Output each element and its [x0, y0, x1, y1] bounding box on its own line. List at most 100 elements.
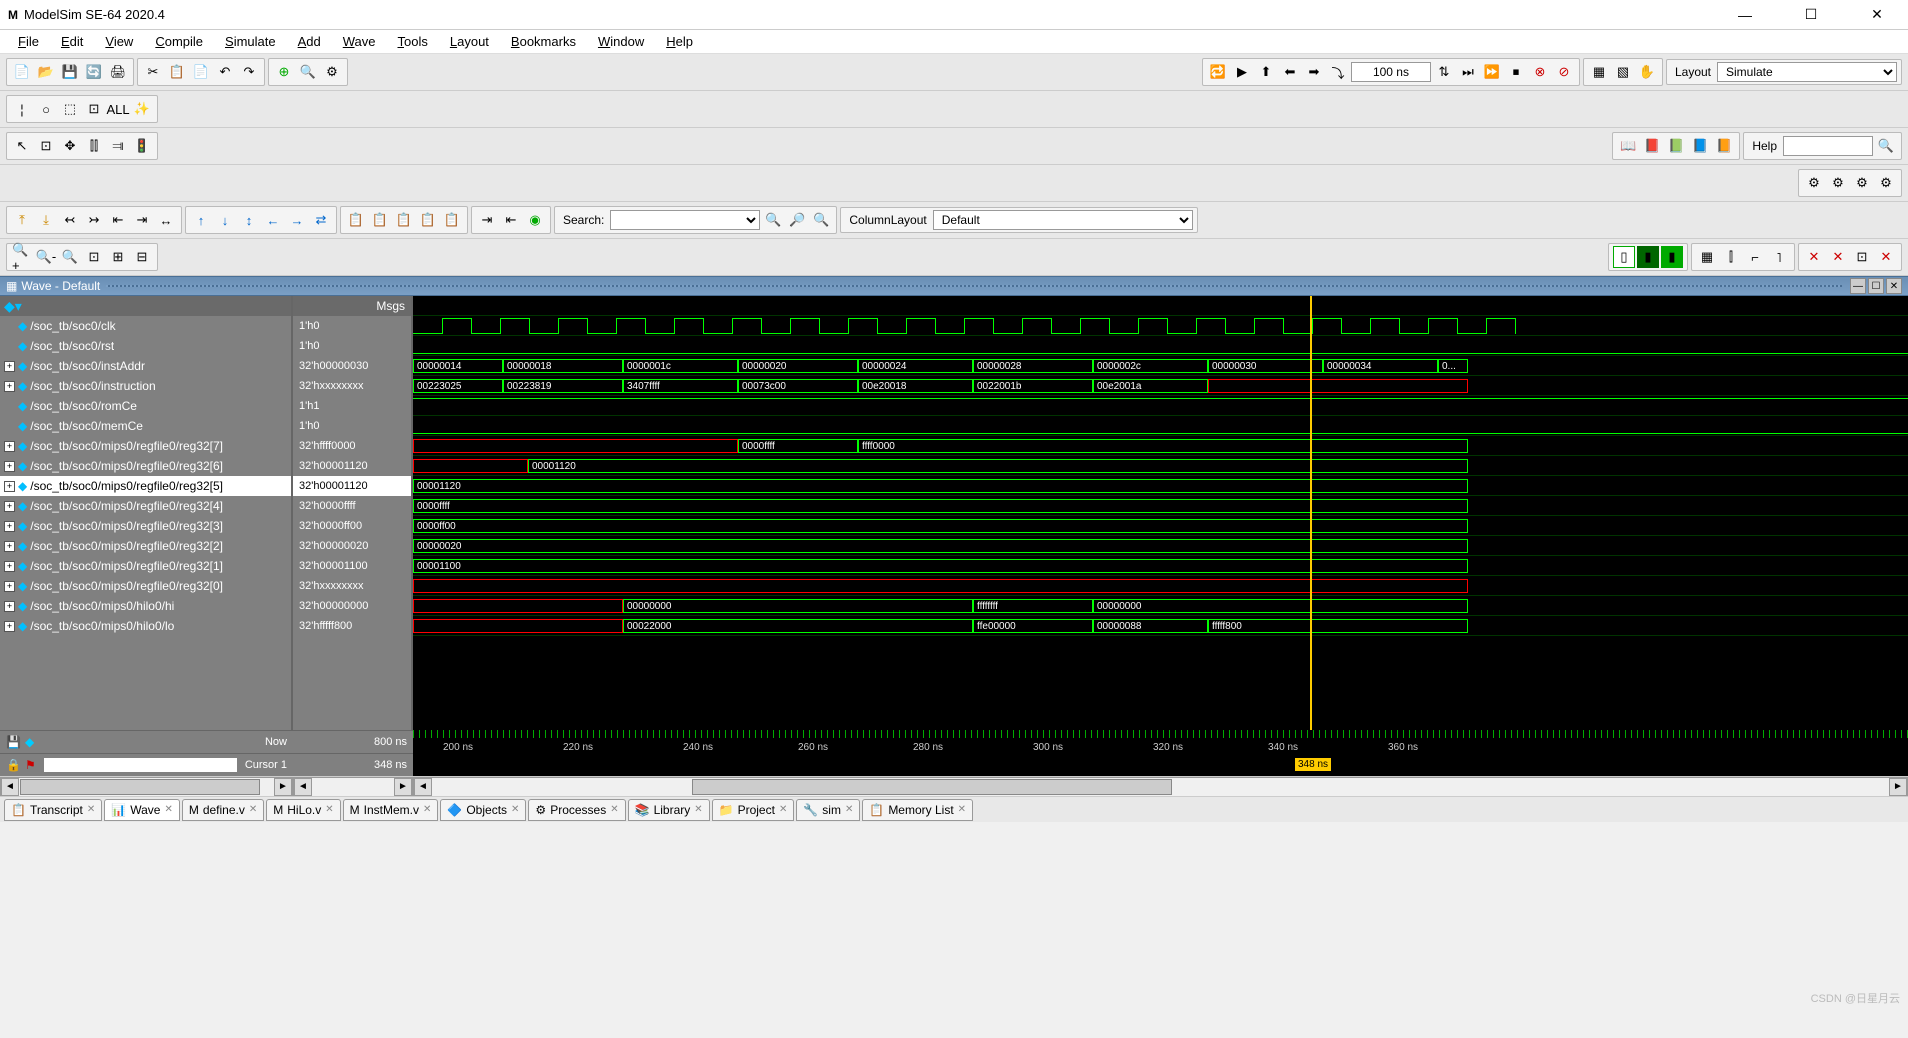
tab-close-icon[interactable]: ✕: [423, 804, 431, 815]
signal-row[interactable]: +◆/soc_tb/soc0/mips0/regfile0/reg32[7]: [0, 436, 291, 456]
step-forward-button[interactable]: ➡: [1303, 61, 1325, 83]
menu-help[interactable]: Help: [656, 32, 703, 51]
delete2-icon[interactable]: ✕: [1827, 246, 1849, 268]
time-step-input[interactable]: [1351, 62, 1431, 82]
tab-close-icon[interactable]: ✕: [164, 804, 172, 815]
wave-row[interactable]: [413, 576, 1908, 596]
stepper-button[interactable]: ⇅: [1433, 61, 1455, 83]
tab-transcript[interactable]: 📋Transcript ✕: [4, 799, 102, 821]
book2-button[interactable]: 📕: [1641, 135, 1663, 157]
zoom-in-button[interactable]: 🔍+: [11, 246, 33, 268]
signal-row[interactable]: +◆/soc_tb/soc0/mips0/hilo0/lo: [0, 616, 291, 636]
cursor-add2[interactable]: ⤓: [35, 209, 57, 231]
expand-icon[interactable]: +: [4, 381, 15, 392]
trans-in[interactable]: ⇥: [476, 209, 498, 231]
mode6-button[interactable]: ✨: [131, 98, 153, 120]
run-continue-button[interactable]: ⏩: [1481, 61, 1503, 83]
menu-edit[interactable]: Edit: [51, 32, 93, 51]
wave-row[interactable]: 00001120: [413, 456, 1908, 476]
sb3-track[interactable]: [432, 778, 1889, 796]
columnlayout-select[interactable]: Default: [933, 210, 1193, 230]
step-over-button[interactable]: ⤵: [1327, 61, 1349, 83]
grid3-icon[interactable]: ⌐: [1744, 246, 1766, 268]
sb2-right[interactable]: ►: [394, 778, 412, 796]
cut-button[interactable]: ✂: [142, 61, 164, 83]
close-button[interactable]: ✕: [1854, 1, 1900, 29]
wave-panel-header[interactable]: ▦ Wave - Default ― ☐ ✕: [0, 276, 1908, 296]
gear4-button[interactable]: ⚙: [1875, 172, 1897, 194]
search-all-icon[interactable]: 🔍: [810, 209, 832, 231]
run-button[interactable]: ▶: [1231, 61, 1253, 83]
tab-wave[interactable]: 📊Wave ✕: [104, 799, 180, 821]
menu-wave[interactable]: Wave: [333, 32, 386, 51]
lock-icon[interactable]: 🔒: [6, 758, 21, 772]
tab-close-icon[interactable]: ✕: [958, 804, 966, 815]
sb3-thumb[interactable]: [692, 779, 1172, 795]
stop-all-button[interactable]: ⊘: [1553, 61, 1575, 83]
expand-icon[interactable]: +: [4, 461, 15, 472]
tab-close-icon[interactable]: ✕: [87, 804, 95, 815]
sb1-right[interactable]: ►: [274, 778, 292, 796]
expand-icon[interactable]: +: [4, 481, 15, 492]
tab-memory-list[interactable]: 📋Memory List ✕: [862, 799, 973, 821]
gear3-button[interactable]: ⚙: [1851, 172, 1873, 194]
hlines-button[interactable]: ⫥: [107, 135, 129, 157]
cursor-label-marker[interactable]: 348 ns: [1295, 758, 1331, 771]
expand-icon[interactable]: +: [4, 501, 15, 512]
zoom-out-button[interactable]: 🔍-: [35, 246, 57, 268]
search-input[interactable]: [610, 210, 760, 230]
wave-close-button[interactable]: ✕: [1886, 278, 1902, 294]
tab-close-icon[interactable]: ✕: [610, 804, 618, 815]
gear1-button[interactable]: ⚙: [1803, 172, 1825, 194]
zoom-fit-button[interactable]: ⊡: [83, 246, 105, 268]
cursor-next[interactable]: ↣: [83, 209, 105, 231]
waveform2-icon[interactable]: ▮: [1637, 246, 1659, 268]
wave-max-button[interactable]: ☐: [1868, 278, 1884, 294]
cursor-expand[interactable]: ↔: [155, 209, 177, 231]
signal-row[interactable]: +◆/soc_tb/soc0/instruction: [0, 376, 291, 396]
menu-bookmarks[interactable]: Bookmarks: [501, 32, 586, 51]
grid2-icon[interactable]: ⫿: [1720, 246, 1742, 268]
signal-row[interactable]: +◆/soc_tb/soc0/mips0/hilo0/hi: [0, 596, 291, 616]
new-button[interactable]: 📄: [11, 61, 33, 83]
signal-row[interactable]: +◆/soc_tb/soc0/mips0/regfile0/reg32[2]: [0, 536, 291, 556]
tab-close-icon[interactable]: ✕: [511, 804, 519, 815]
menu-layout[interactable]: Layout: [440, 32, 499, 51]
zoom-full-button[interactable]: 🔍: [59, 246, 81, 268]
delete4-icon[interactable]: ✕: [1875, 246, 1897, 268]
print-button[interactable]: 🖨: [107, 61, 129, 83]
tab-sim[interactable]: 🔧sim ✕: [796, 799, 860, 821]
wave-row[interactable]: [413, 416, 1908, 436]
cursor-icon[interactable]: ↖: [11, 135, 33, 157]
wave-row[interactable]: 0000ffff: [413, 496, 1908, 516]
edge-right[interactable]: →: [286, 209, 308, 231]
redo-button[interactable]: ↷: [238, 61, 260, 83]
flag-icon[interactable]: ⚑: [25, 758, 36, 772]
expand-icon[interactable]: +: [4, 441, 15, 452]
expand-icon[interactable]: +: [4, 521, 15, 532]
edge-all[interactable]: ⇄: [310, 209, 332, 231]
vlines-button[interactable]: ⫿⫿: [83, 135, 105, 157]
mode1-button[interactable]: ¦: [11, 98, 33, 120]
settings-button[interactable]: ⚙: [321, 61, 343, 83]
copy-wave1[interactable]: 📋: [345, 209, 367, 231]
tab-processes[interactable]: ⚙Processes ✕: [528, 799, 625, 821]
signal-row[interactable]: ◆/soc_tb/soc0/romCe: [0, 396, 291, 416]
wave-row[interactable]: 00001120: [413, 476, 1908, 496]
edge-down[interactable]: ↓: [214, 209, 236, 231]
menu-view[interactable]: View: [95, 32, 143, 51]
sb1-track[interactable]: [19, 778, 274, 796]
msgs-list[interactable]: 1'h01'h032'h0000003032'hxxxxxxxx1'h11'h0…: [293, 316, 411, 636]
menu-simulate[interactable]: Simulate: [215, 32, 286, 51]
toggle3-button[interactable]: ✋: [1636, 61, 1658, 83]
minimize-button[interactable]: ―: [1722, 1, 1768, 29]
help-input[interactable]: [1783, 136, 1873, 156]
sb1-left[interactable]: ◄: [1, 778, 19, 796]
signal-row[interactable]: ◆/soc_tb/soc0/clk: [0, 316, 291, 336]
restart-button[interactable]: 🔁: [1207, 61, 1229, 83]
mode5-button[interactable]: ALL: [107, 98, 129, 120]
wave-row[interactable]: [413, 316, 1908, 336]
toggle2-button[interactable]: ▧: [1612, 61, 1634, 83]
edge-left[interactable]: ←: [262, 209, 284, 231]
find-button[interactable]: 🔍: [297, 61, 319, 83]
